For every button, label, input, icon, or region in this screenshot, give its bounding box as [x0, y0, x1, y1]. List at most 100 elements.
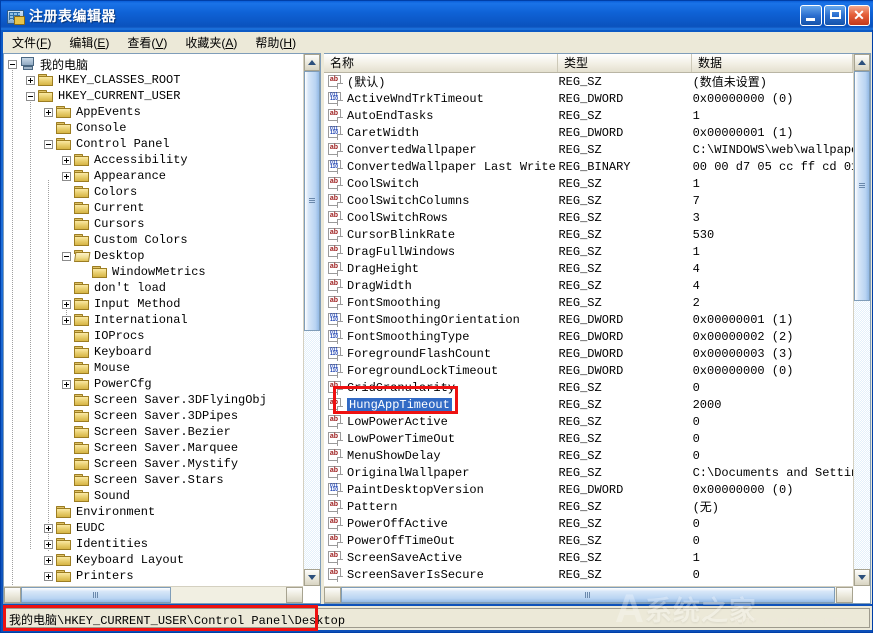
expand-icon[interactable]: [62, 316, 71, 325]
tree-scroll-thumb[interactable]: [304, 71, 320, 331]
value-row[interactable]: abCoolSwitchColumnsREG_SZ7: [324, 192, 853, 209]
tree-node-identities[interactable]: Identities: [4, 536, 304, 552]
tree-node-current[interactable]: Current: [4, 200, 304, 216]
collapse-icon[interactable]: [8, 60, 17, 69]
tree-node-hkey-classes-root[interactable]: HKEY_CLASSES_ROOT: [4, 72, 304, 88]
column-header-3[interactable]: 数据: [692, 54, 853, 72]
list-scroll-down-button[interactable]: [854, 569, 870, 586]
value-row[interactable]: PaintDesktopVersionREG_DWORD0x00000000 (…: [324, 481, 853, 498]
value-row[interactable]: FontSmoothingTypeREG_DWORD0x00000002 (2): [324, 328, 853, 345]
tree-scroll-left-button[interactable]: [4, 587, 21, 603]
tree-node-colors[interactable]: Colors: [4, 184, 304, 200]
tree-node-screen-saver-3dflyingobj[interactable]: Screen Saver.3DFlyingObj: [4, 392, 304, 408]
tree-node-desktop[interactable]: Desktop: [4, 248, 304, 264]
expand-icon[interactable]: [44, 556, 53, 565]
value-row[interactable]: FontSmoothingOrientationREG_DWORD0x00000…: [324, 311, 853, 328]
value-row[interactable]: ab(默认)REG_SZ(数值未设置): [324, 73, 853, 90]
tree-node-printers[interactable]: Printers: [4, 568, 304, 584]
expand-icon[interactable]: [62, 300, 71, 309]
value-row[interactable]: abAutoEndTasksREG_SZ1: [324, 107, 853, 124]
tree-node-eudc[interactable]: EUDC: [4, 520, 304, 536]
tree-node-screen-saver-mystify[interactable]: Screen Saver.Mystify: [4, 456, 304, 472]
expand-icon[interactable]: [44, 524, 53, 533]
collapse-icon[interactable]: [26, 92, 35, 101]
menu-item-2[interactable]: 编辑(E): [60, 32, 118, 53]
expand-icon[interactable]: [62, 172, 71, 181]
tree-horizontal-scrollbar[interactable]: [4, 586, 303, 603]
value-row[interactable]: abScreenSaverIsSecureREG_SZ0: [324, 566, 853, 583]
value-row[interactable]: abDragFullWindowsREG_SZ1: [324, 243, 853, 260]
column-header-1[interactable]: 名称: [324, 54, 558, 72]
expand-icon[interactable]: [62, 380, 71, 389]
tree-node-appearance[interactable]: Appearance: [4, 168, 304, 184]
registry-values-pane[interactable]: 名称类型数据 ab(默认)REG_SZ(数值未设置)ActiveWndTrkTi…: [324, 53, 871, 604]
value-row[interactable]: abHungAppTimeoutREG_SZ2000: [324, 396, 853, 413]
value-row[interactable]: abMenuShowDelayREG_SZ0: [324, 447, 853, 464]
value-row[interactable]: abPowerOffActiveREG_SZ0: [324, 515, 853, 532]
tree-scroll-up-button[interactable]: [304, 54, 320, 71]
menu-item-1[interactable]: 文件(F): [3, 32, 60, 53]
tree-node-powercfg[interactable]: PowerCfg: [4, 376, 304, 392]
value-row[interactable]: abDragHeightREG_SZ4: [324, 260, 853, 277]
tree-node-don-t-load[interactable]: don't load: [4, 280, 304, 296]
expand-icon[interactable]: [26, 76, 35, 85]
tree-node--[interactable]: 我的电脑: [4, 56, 304, 72]
value-row[interactable]: abGridGranularityREG_SZ0: [324, 379, 853, 396]
tree-node-sound[interactable]: Sound: [4, 488, 304, 504]
tree-node-appevents[interactable]: AppEvents: [4, 104, 304, 120]
value-row[interactable]: CaretWidthREG_DWORD0x00000001 (1): [324, 124, 853, 141]
tree-node-screen-saver-3dpipes[interactable]: Screen Saver.3DPipes: [4, 408, 304, 424]
tree-node-console[interactable]: Console: [4, 120, 304, 136]
tree-node-mouse[interactable]: Mouse: [4, 360, 304, 376]
tree-node-ioprocs[interactable]: IOProcs: [4, 328, 304, 344]
list-horizontal-scrollbar[interactable]: [324, 586, 853, 603]
value-row[interactable]: ForegroundLockTimeoutREG_DWORD0x00000000…: [324, 362, 853, 379]
value-row[interactable]: ConvertedWallpaper Last WriteTimeREG_BIN…: [324, 158, 853, 175]
tree-node-screen-saver-bezier[interactable]: Screen Saver.Bezier: [4, 424, 304, 440]
value-row[interactable]: abPowerOffTimeOutREG_SZ0: [324, 532, 853, 549]
expand-icon[interactable]: [62, 156, 71, 165]
tree-node-environment[interactable]: Environment: [4, 504, 304, 520]
value-row[interactable]: abConvertedWallpaperREG_SZC:\WINDOWS\web…: [324, 141, 853, 158]
registry-tree-pane[interactable]: 我的电脑HKEY_CLASSES_ROOTHKEY_CURRENT_USERAp…: [3, 53, 321, 604]
column-header-2[interactable]: 类型: [558, 54, 692, 72]
value-row[interactable]: abCoolSwitchREG_SZ1: [324, 175, 853, 192]
tree-node-screen-saver-marquee[interactable]: Screen Saver.Marquee: [4, 440, 304, 456]
tree-node-international[interactable]: International: [4, 312, 304, 328]
expand-icon[interactable]: [44, 572, 53, 581]
menu-item-3[interactable]: 查看(V): [118, 32, 176, 53]
tree-hscroll-thumb[interactable]: [21, 587, 171, 603]
menu-item-4[interactable]: 收藏夹(A): [176, 32, 246, 53]
list-scroll-right-button[interactable]: [836, 587, 853, 603]
value-row[interactable]: ActiveWndTrkTimeoutREG_DWORD0x00000000 (…: [324, 90, 853, 107]
collapse-icon[interactable]: [62, 252, 71, 261]
tree-node-keyboard-layout[interactable]: Keyboard Layout: [4, 552, 304, 568]
value-row[interactable]: abScreenSaveActiveREG_SZ1: [324, 549, 853, 566]
list-scroll-up-button[interactable]: [854, 54, 870, 71]
minimize-button[interactable]: [800, 5, 822, 26]
tree-node-hkey-current-user[interactable]: HKEY_CURRENT_USER: [4, 88, 304, 104]
value-row[interactable]: abLowPowerTimeOutREG_SZ0: [324, 430, 853, 447]
menu-item-5[interactable]: 帮助(H): [246, 32, 305, 53]
value-row[interactable]: abCursorBlinkRateREG_SZ530: [324, 226, 853, 243]
list-scroll-thumb[interactable]: [854, 71, 870, 301]
close-button[interactable]: ✕: [848, 5, 870, 26]
value-row[interactable]: abPatternREG_SZ(无): [324, 498, 853, 515]
tree-scroll-right-button[interactable]: [286, 587, 303, 603]
tree-node-accessibility[interactable]: Accessibility: [4, 152, 304, 168]
expand-icon[interactable]: [44, 540, 53, 549]
tree-node-control-panel[interactable]: Control Panel: [4, 136, 304, 152]
value-row[interactable]: abDragWidthREG_SZ4: [324, 277, 853, 294]
list-scroll-left-button[interactable]: [324, 587, 341, 603]
tree-node-custom-colors[interactable]: Custom Colors: [4, 232, 304, 248]
value-row[interactable]: abCoolSwitchRowsREG_SZ3: [324, 209, 853, 226]
list-hscroll-thumb[interactable]: [341, 587, 835, 603]
tree-node-cursors[interactable]: Cursors: [4, 216, 304, 232]
tree-node-input-method[interactable]: Input Method: [4, 296, 304, 312]
value-row[interactable]: abLowPowerActiveREG_SZ0: [324, 413, 853, 430]
expand-icon[interactable]: [44, 108, 53, 117]
tree-scroll-down-button[interactable]: [304, 569, 320, 586]
tree-node-keyboard[interactable]: Keyboard: [4, 344, 304, 360]
value-row[interactable]: ForegroundFlashCountREG_DWORD0x00000003 …: [324, 345, 853, 362]
list-vertical-scrollbar[interactable]: [853, 54, 870, 586]
